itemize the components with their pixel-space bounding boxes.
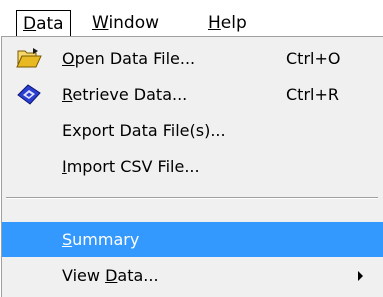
open-folder-icon — [16, 46, 42, 70]
menu-item-view-data[interactable]: View Data... — [2, 258, 383, 293]
retrieve-arrow-icon — [16, 82, 42, 106]
menu-help[interactable]: Help — [202, 10, 253, 36]
menu-item-retrieve-data[interactable]: Retrieve Data... Ctrl+R — [2, 77, 383, 112]
menu-separator — [6, 197, 378, 199]
menu-item-open-data-file[interactable]: Open Data File... Ctrl+O — [2, 41, 383, 76]
menu-data[interactable]: Data — [16, 10, 71, 38]
data-dropdown-menu: Open Data File... Ctrl+O Retrieve Data..… — [1, 36, 383, 297]
submenu-arrow-icon — [358, 271, 363, 281]
menu-window[interactable]: Window — [86, 10, 165, 36]
menu-item-import-csv-file[interactable]: Import CSV File... — [2, 149, 383, 184]
shortcut-label: Ctrl+O — [286, 49, 341, 68]
shortcut-label: Ctrl+R — [286, 85, 339, 104]
menu-item-summary[interactable]: Summary — [2, 222, 383, 257]
menu-item-export-data-files[interactable]: Export Data File(s)... — [2, 113, 383, 148]
